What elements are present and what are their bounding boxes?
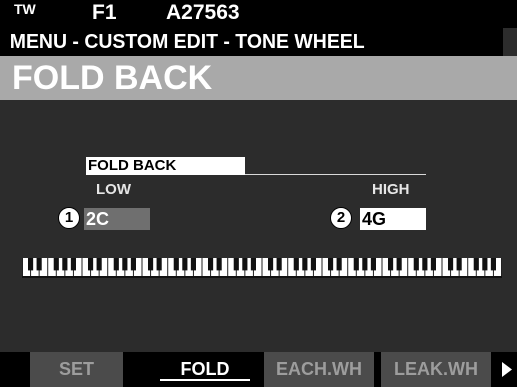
function-tab-bar: SET FOLD EACH.WH LEAK.WH	[0, 352, 517, 387]
breadcrumb: MENU - CUSTOM EDIT - TONE WHEEL	[0, 28, 503, 56]
callout-marker-1: 1	[58, 207, 80, 229]
black-key	[362, 258, 368, 271]
tab-each-wh[interactable]: EACH.WH	[264, 352, 374, 387]
black-key	[182, 258, 188, 271]
tab-fold[interactable]: FOLD	[150, 352, 260, 387]
black-key	[396, 258, 402, 271]
black-key	[242, 258, 248, 271]
tab-set-label: SET	[58, 359, 94, 379]
low-value-field[interactable]: 2C	[84, 208, 150, 230]
tab-fold-label: FOLD	[180, 359, 230, 379]
black-key	[336, 258, 342, 271]
high-value-text: 4G	[362, 209, 387, 229]
black-key	[62, 258, 68, 271]
section-divider	[245, 174, 426, 175]
page-title: FOLD BACK	[12, 59, 213, 97]
black-key	[156, 258, 162, 271]
black-key	[233, 258, 239, 271]
patch-name: A27563	[166, 1, 240, 24]
black-key	[28, 258, 34, 271]
black-key	[473, 258, 479, 271]
black-key	[328, 258, 334, 271]
black-key	[268, 258, 274, 271]
low-value-text: 2C	[86, 209, 110, 229]
black-key	[113, 258, 119, 271]
black-key	[413, 258, 419, 271]
tab-set[interactable]: SET	[30, 352, 123, 387]
black-key	[250, 258, 256, 271]
patch-number: F1	[92, 1, 117, 24]
active-tab-underline	[160, 379, 250, 381]
black-key	[276, 258, 282, 271]
black-key	[208, 258, 214, 271]
tab-leak-wh-label: LEAK.WH	[394, 359, 478, 379]
black-key	[173, 258, 179, 271]
low-label: LOW	[96, 181, 131, 198]
black-key	[88, 258, 94, 271]
title-bar: FOLD BACK	[0, 56, 517, 100]
black-key	[302, 258, 308, 271]
black-key	[490, 258, 496, 271]
high-value-field[interactable]: 4G	[360, 208, 426, 230]
black-key	[353, 258, 359, 271]
callout-marker-2: 2	[330, 207, 352, 229]
black-key	[370, 258, 376, 271]
keyboard-range-display	[22, 258, 502, 278]
high-label: HIGH	[372, 181, 410, 198]
black-key	[293, 258, 299, 271]
mode-indicator: TW	[14, 1, 36, 17]
black-key	[388, 258, 394, 271]
black-key	[70, 258, 76, 271]
black-key	[148, 258, 154, 271]
black-key	[422, 258, 428, 271]
status-bar: TW F1 A27563	[0, 0, 517, 28]
black-key	[448, 258, 454, 271]
black-key	[130, 258, 136, 271]
black-key	[53, 258, 59, 271]
black-key	[310, 258, 316, 271]
organ-display: TW F1 A27563 MENU - CUSTOM EDIT - TONE W…	[0, 0, 517, 387]
tab-each-wh-label: EACH.WH	[276, 359, 362, 379]
black-key	[96, 258, 102, 271]
black-key	[456, 258, 462, 271]
black-key	[190, 258, 196, 271]
tab-leak-wh[interactable]: LEAK.WH	[381, 352, 491, 387]
black-key	[216, 258, 222, 271]
black-key	[122, 258, 128, 271]
section-label: FOLD BACK	[86, 157, 245, 175]
black-key	[482, 258, 488, 271]
next-page-arrow-icon[interactable]	[497, 352, 517, 387]
black-key	[36, 258, 42, 271]
keyboard-bottom-edge	[22, 276, 502, 278]
black-key	[430, 258, 436, 271]
